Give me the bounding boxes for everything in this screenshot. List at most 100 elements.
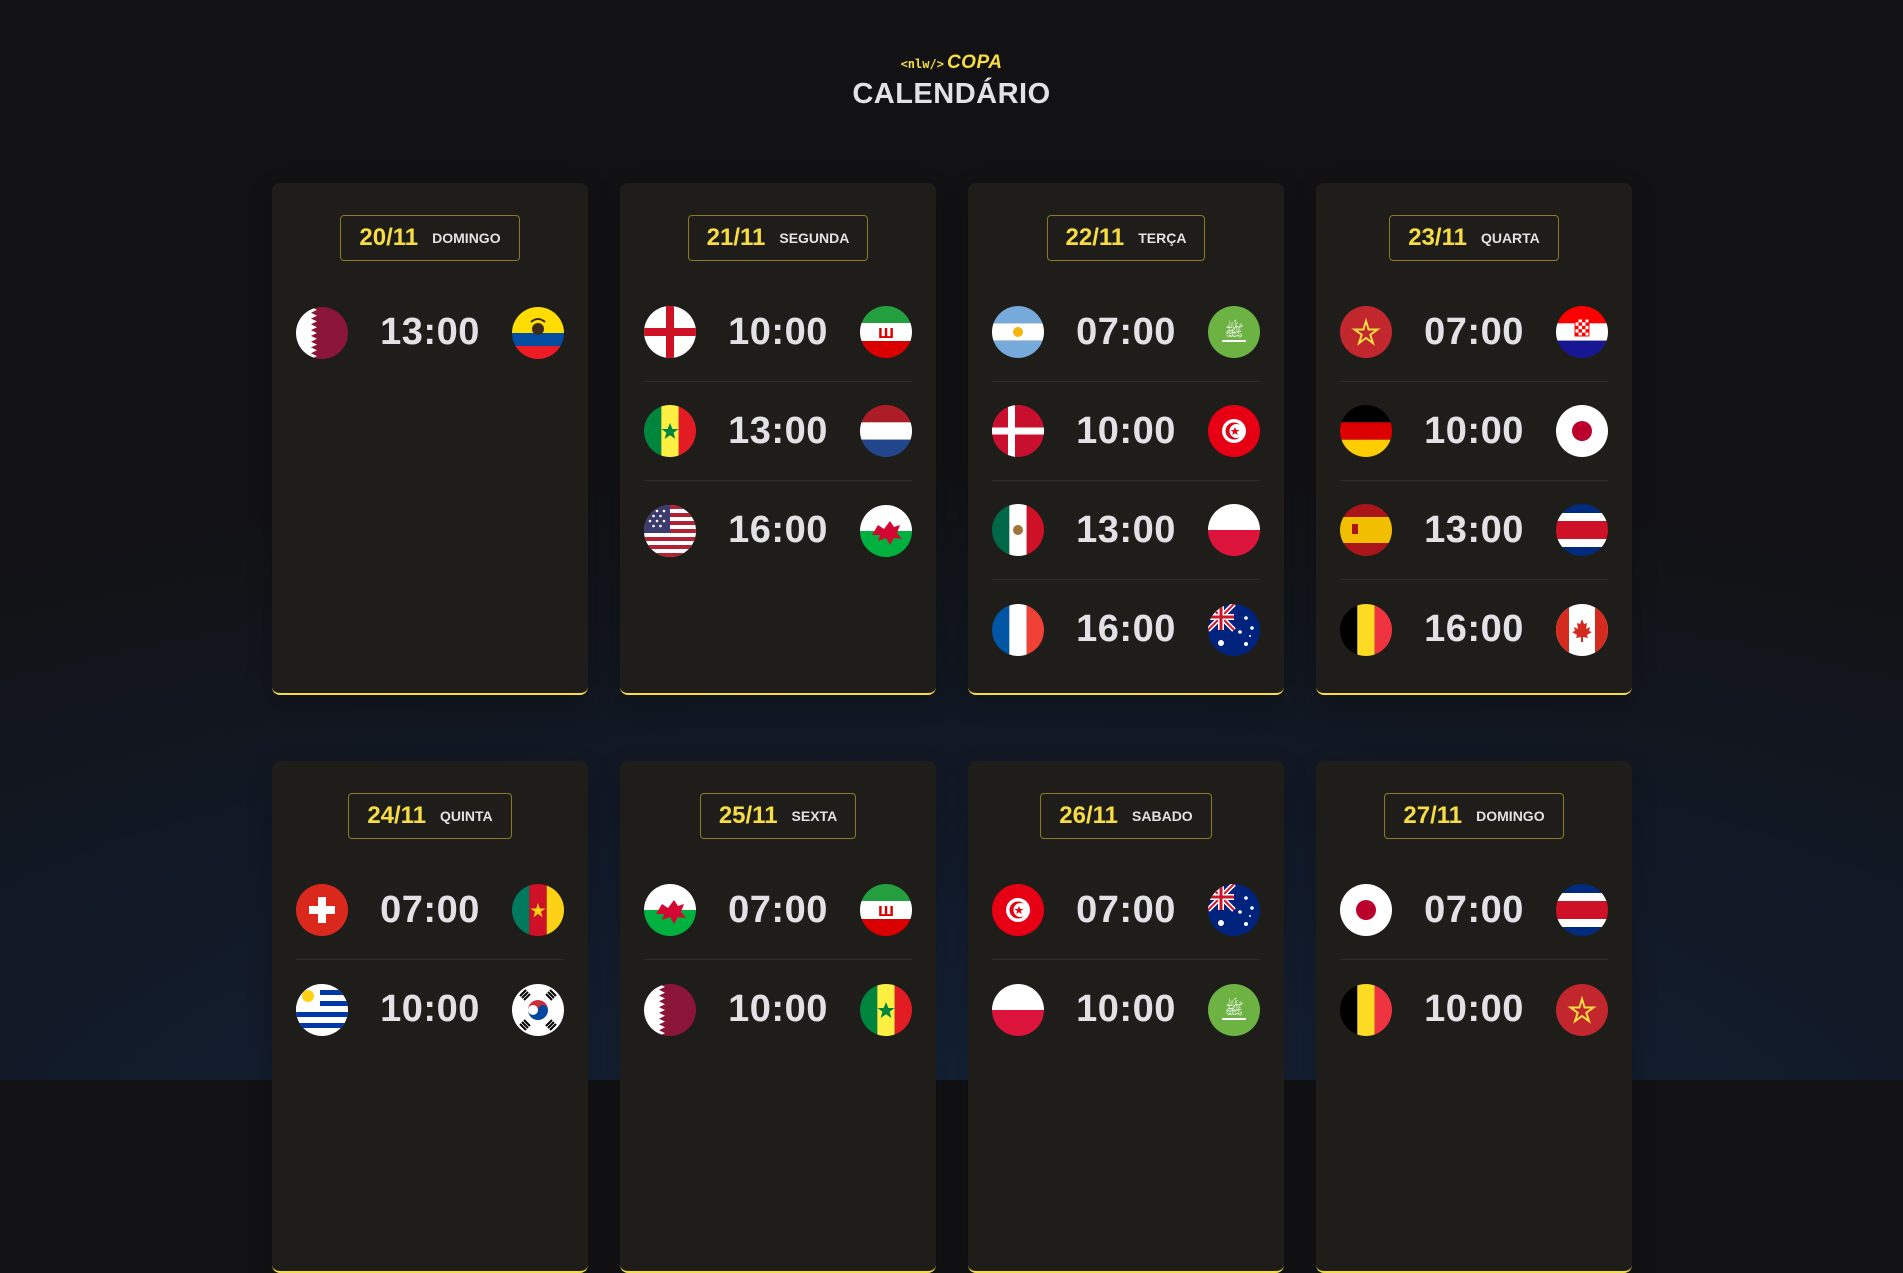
day-date: 22/11 [1065, 224, 1125, 251]
day-card: 27/11 DOMINGO 07:00 10:00 [1316, 761, 1632, 1273]
match-row: 07:00 [296, 861, 564, 960]
australia-flag-icon [1207, 603, 1260, 656]
day-date: 25/11 [718, 802, 778, 829]
match-time: 10:00 [1424, 988, 1524, 1030]
mexico-flag-icon [992, 504, 1044, 556]
wales-flag-icon [859, 504, 912, 557]
date-badge: 25/11 SEXTA [699, 793, 857, 839]
spain-flag-icon [1340, 504, 1392, 556]
japan-flag-icon [1340, 884, 1392, 936]
svg-text:ﷺ: ﷺ [1224, 319, 1243, 340]
match-list: 07:00 10:00 [1340, 861, 1608, 1059]
match-row: 10:00 ﷺ [992, 960, 1260, 1059]
match-time: 10:00 [1076, 988, 1176, 1030]
match-list: 07:00 10:00 ﷺ [992, 861, 1260, 1059]
tunisia-flag-icon [992, 884, 1044, 936]
match-row: 10:00 [1340, 382, 1608, 481]
iran-flag-icon: Ш [859, 884, 912, 936]
match-time: 16:00 [728, 509, 828, 551]
day-card: 21/11 SEGUNDA 10:00 Ш 13:00 16:00 [620, 183, 936, 695]
match-time: 07:00 [1424, 888, 1524, 931]
match-row: 16:00 [992, 580, 1260, 679]
logo-name: COPA [946, 52, 1003, 73]
south-korea-flag-icon [511, 983, 564, 1036]
saudi-arabia-flag-icon: ﷺ [1207, 306, 1260, 358]
france-flag-icon [992, 603, 1044, 656]
match-time: 10:00 [1076, 409, 1176, 452]
match-time: 07:00 [1076, 888, 1176, 931]
match-row: 13:00 [296, 283, 564, 382]
morocco-flag-icon [1555, 983, 1608, 1036]
morocco-flag-icon [1340, 306, 1392, 358]
match-time: 07:00 [1424, 310, 1524, 353]
saudi-arabia-flag-icon: ﷺ [1207, 983, 1260, 1036]
day-weekday: QUINTA [440, 808, 493, 824]
costa-rica-flag-icon [1555, 504, 1608, 556]
date-badge: 24/11 QUINTA [348, 793, 512, 839]
tunisia-flag-icon [1207, 405, 1260, 457]
cameroon-flag-icon [511, 884, 564, 936]
match-row: 07:00 Ш [644, 861, 912, 960]
england-flag-icon [644, 306, 696, 358]
belgium-flag-icon [1340, 983, 1392, 1036]
date-badge: 21/11 SEGUNDA [687, 215, 869, 261]
germany-flag-icon [1340, 405, 1392, 457]
canada-flag-icon [1555, 603, 1608, 656]
day-date: 20/11 [359, 224, 419, 251]
match-row: 16:00 [644, 481, 912, 580]
match-time: 10:00 [728, 310, 828, 353]
match-list: 07:00 ﷺ 10:00 13:00 16:00 [992, 283, 1260, 679]
poland-flag-icon [1207, 504, 1260, 556]
iran-flag-icon: Ш [859, 306, 912, 358]
qatar-flag-icon [296, 306, 348, 359]
day-weekday: SABADO [1132, 808, 1193, 824]
qatar-flag-icon [644, 983, 696, 1036]
match-row: 16:00 [1340, 580, 1608, 679]
argentina-flag-icon [992, 306, 1044, 358]
senegal-flag-icon [644, 405, 696, 457]
denmark-flag-icon [992, 405, 1044, 457]
match-row: 07:00 [1340, 861, 1608, 960]
match-list: 07:00 Ш 10:00 [644, 861, 912, 1059]
senegal-flag-icon [859, 983, 912, 1036]
netherlands-flag-icon [859, 405, 912, 457]
switzerland-flag-icon [296, 884, 348, 936]
poland-flag-icon [992, 983, 1044, 1036]
uruguay-flag-icon [296, 983, 348, 1036]
match-row: 13:00 [644, 382, 912, 481]
date-badge: 23/11 QUARTA [1389, 215, 1559, 261]
match-time: 13:00 [1424, 508, 1524, 551]
belgium-flag-icon [1340, 603, 1392, 656]
croatia-flag-icon [1555, 306, 1608, 358]
svg-text:ﷺ: ﷺ [1224, 997, 1243, 1018]
ecuador-flag-icon [511, 306, 564, 359]
match-time: 13:00 [728, 409, 828, 452]
match-time: 13:00 [1076, 508, 1176, 551]
day-weekday: QUARTA [1480, 230, 1540, 246]
day-date: 27/11 [1403, 802, 1463, 829]
svg-text:Ш: Ш [878, 327, 894, 342]
match-row: 07:00 [992, 861, 1260, 960]
match-time: 07:00 [1076, 310, 1176, 353]
match-row: 10:00 [644, 960, 912, 1059]
match-list: 07:00 10:00 13:00 16:00 [1340, 283, 1608, 679]
match-time: 07:00 [380, 888, 480, 931]
day-card: 20/11 DOMINGO 13:00 [272, 183, 588, 695]
match-time: 10:00 [728, 988, 828, 1030]
logo: <nlw/> COPA [901, 52, 1003, 74]
match-row: 10:00 [1340, 960, 1608, 1059]
match-time: 13:00 [380, 311, 480, 353]
match-row: 07:00 ﷺ [992, 283, 1260, 382]
page-title: CALENDÁRIO [852, 78, 1051, 110]
japan-flag-icon [1555, 405, 1608, 457]
day-card: 23/11 QUARTA 07:00 10:00 13:00 16:00 [1316, 183, 1632, 695]
match-time: 16:00 [1076, 608, 1176, 650]
calendar-grid: 20/11 DOMINGO 13:00 21/11 SEGUNDA 10:00 … [272, 183, 1632, 1273]
usa-flag-icon [644, 504, 696, 557]
date-badge: 26/11 SABADO [1040, 793, 1212, 839]
day-date: 23/11 [1408, 224, 1467, 251]
australia-flag-icon [1207, 884, 1260, 936]
match-row: 10:00 [992, 382, 1260, 481]
day-card: 24/11 QUINTA 07:00 10:00 [272, 761, 588, 1273]
day-card: 25/11 SEXTA 07:00 Ш 10:00 [620, 761, 936, 1273]
